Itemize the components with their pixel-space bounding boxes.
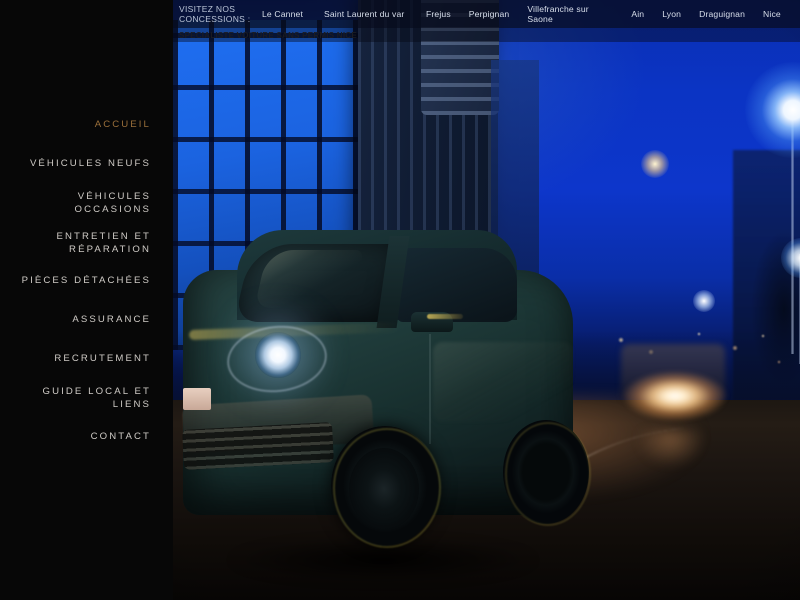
concession-link-ain[interactable]: Ain bbox=[622, 9, 653, 19]
car-side-window bbox=[397, 248, 517, 322]
concession-link-draguignan[interactable]: Draguignan bbox=[690, 9, 754, 19]
sidebar-item-contact[interactable]: CONTACT bbox=[0, 425, 173, 450]
concessions-label: VISITEZ NOS CONCESSIONS : bbox=[179, 4, 251, 24]
warm-window-light bbox=[641, 150, 669, 178]
concession-link-lyon[interactable]: Lyon bbox=[653, 9, 690, 19]
distant-lamp-glow bbox=[693, 290, 715, 312]
sidebar-item-guide-local[interactable]: GUIDE LOCAL ET LIENS bbox=[0, 386, 173, 411]
concession-link-le-cannet[interactable]: Le Cannet bbox=[253, 9, 315, 19]
page-root: VISITEZ NOS CONCESSIONS : Le Cannet Sain… bbox=[0, 0, 800, 600]
sidebar-item-accueil[interactable]: ACCUEIL bbox=[0, 113, 173, 138]
sidebar-item-assurance[interactable]: ASSURANCE bbox=[0, 308, 173, 333]
car-license-plate bbox=[183, 388, 211, 410]
concession-link-nice[interactable]: Nice bbox=[754, 9, 790, 19]
car-grille bbox=[182, 422, 334, 470]
sidebar-item-vehicules-occasions[interactable]: VÉHICULES OCCASIONS bbox=[0, 191, 173, 216]
concession-link-saint-laurent[interactable]: Saint Laurent du var bbox=[315, 9, 417, 19]
site-tagline-bar: SPECIALISTE VOITURE SANS PERMIS NICE bbox=[173, 28, 800, 42]
concession-link-perpignan[interactable]: Perpignan bbox=[460, 9, 519, 19]
car-headlight bbox=[255, 332, 301, 378]
car-mirror-glint bbox=[427, 314, 463, 319]
sidebar-item-vehicules-neufs[interactable]: VÉHICULES NEUFS bbox=[0, 152, 173, 177]
site-tagline: SPECIALISTE VOITURE SANS PERMIS NICE bbox=[179, 30, 357, 40]
concession-link-frejus[interactable]: Frejus bbox=[417, 9, 460, 19]
sidebar-item-pieces-detachees[interactable]: PIÈCES DÉTACHÉES bbox=[0, 269, 173, 294]
main-menu[interactable]: ACCUEIL VÉHICULES NEUFS VÉHICULES OCCASI… bbox=[0, 113, 173, 464]
hero-image bbox=[173, 0, 800, 600]
sidebar: ACCUEIL VÉHICULES NEUFS VÉHICULES OCCASI… bbox=[0, 0, 173, 600]
sidebar-item-entretien-reparation[interactable]: ENTRETIEN ET RÉPARATION bbox=[0, 230, 173, 255]
sidebar-item-recrutement[interactable]: RECRUTEMENT bbox=[0, 347, 173, 372]
sidebar-item-entretien-line2: RÉPARATION bbox=[69, 243, 151, 255]
featured-car bbox=[181, 230, 613, 600]
concession-link-villefranche[interactable]: Villefranche sur Saone bbox=[518, 4, 622, 24]
top-concessions-bar: VISITEZ NOS CONCESSIONS : Le Cannet Sain… bbox=[173, 0, 800, 28]
car-rear-wheel-rim-accent bbox=[505, 422, 591, 526]
car-windshield-reflection bbox=[254, 250, 364, 308]
sidebar-item-entretien-line1: ENTRETIEN ET bbox=[56, 230, 151, 242]
concessions-nav[interactable]: Le Cannet Saint Laurent du var Frejus Pe… bbox=[253, 0, 800, 28]
car-door-seam bbox=[429, 334, 431, 444]
car-front-wheel-rim-accent bbox=[333, 428, 441, 548]
car-side-reflection bbox=[433, 342, 573, 422]
